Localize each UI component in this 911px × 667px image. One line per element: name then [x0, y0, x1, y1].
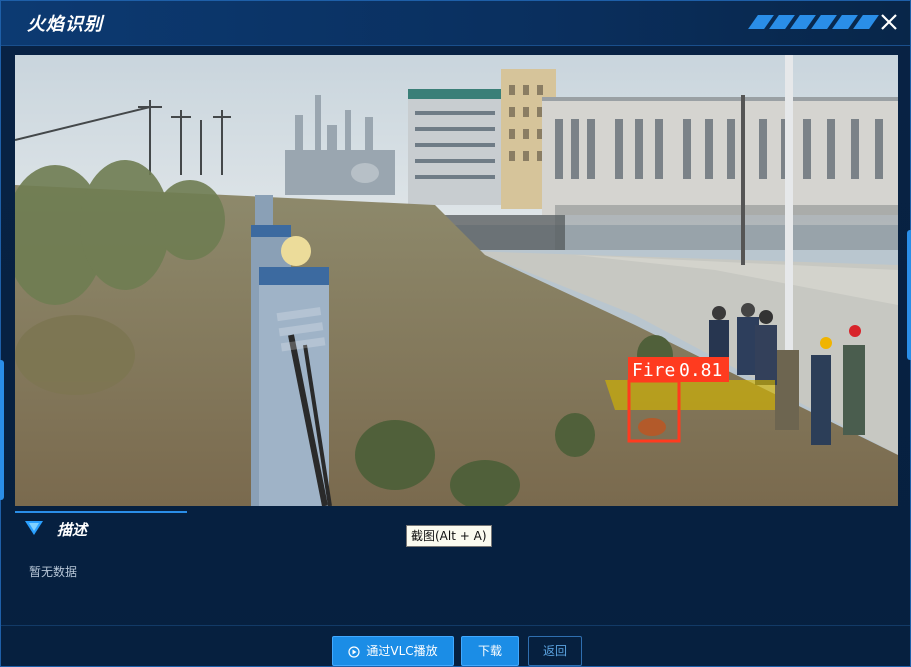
back-button[interactable]: 返回 — [528, 636, 582, 666]
close-button[interactable] — [877, 10, 901, 34]
triangle-down-icon — [25, 521, 43, 535]
right-side-handle[interactable] — [907, 230, 911, 360]
detection-score: 0.81 — [679, 360, 722, 381]
svg-text:≡: ≡ — [266, 282, 335, 371]
window-title: 火焰识别 — [27, 14, 103, 35]
video-frame[interactable]: ≡ Fire 0.81 — [15, 55, 898, 506]
screenshot-tooltip: 截图(Alt + A) — [406, 525, 492, 547]
left-side-handle[interactable] — [0, 360, 4, 500]
description-empty-text: 暂无数据 — [29, 565, 78, 579]
footer-bar: 通过VLC播放 下载 返回 — [1, 625, 910, 667]
detection-label: Fire — [632, 360, 675, 381]
play-with-vlc-button[interactable]: 通过VLC播放 — [332, 636, 454, 666]
description-title: 描述 — [57, 521, 88, 539]
close-icon — [881, 14, 897, 30]
scene-image: ≡ Fire 0.81 — [15, 55, 898, 506]
section-accent-line — [15, 511, 187, 513]
title-bar: 火焰识别 — [1, 1, 910, 46]
play-with-vlc-label: 通过VLC播放 — [366, 644, 438, 658]
dialog-window: 火焰识别 ≡ Fire 0.81 描述 截图(Alt + A) 暂无数据 通过V… — [0, 0, 911, 667]
download-button[interactable]: 下载 — [461, 636, 519, 666]
title-decoration — [748, 15, 879, 29]
play-circle-icon — [348, 645, 360, 658]
